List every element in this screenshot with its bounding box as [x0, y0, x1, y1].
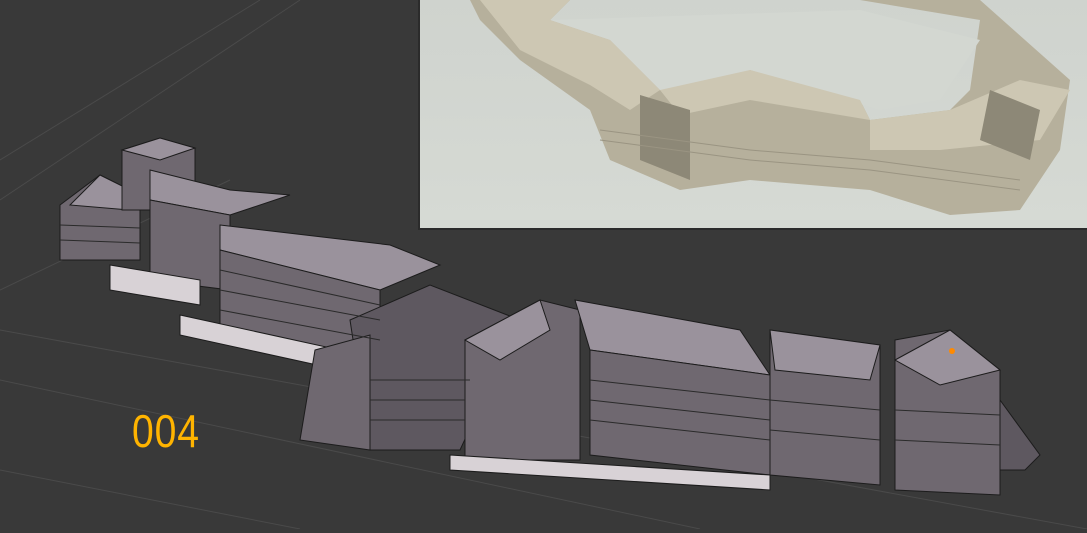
render-preview-model	[470, 0, 1070, 215]
3d-viewport[interactable]: 004	[0, 0, 1087, 530]
origin-point	[949, 348, 955, 354]
frame-number-label: 004	[132, 405, 200, 457]
render-preview	[418, 0, 1087, 230]
